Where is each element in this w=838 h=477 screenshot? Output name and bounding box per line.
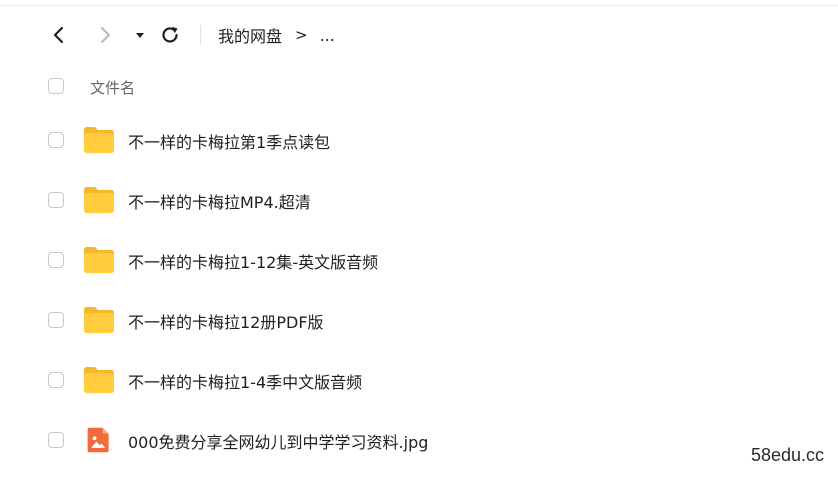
file-name: 不一样的卡梅拉MP4.超清 [128, 193, 311, 212]
select-all-checkbox[interactable] [48, 78, 64, 94]
refresh-button[interactable] [157, 22, 183, 48]
top-border [0, 0, 838, 6]
watermark: 58edu.cc [750, 445, 824, 465]
caret-down-icon [136, 33, 144, 38]
list-item[interactable]: 不一样的卡梅拉MP4.超清 [0, 170, 838, 230]
folder-icon [84, 307, 114, 333]
file-name: 不一样的卡梅拉12册PDF版 [128, 313, 324, 332]
list-item[interactable]: 不一样的卡梅拉第1季点读包 [0, 110, 838, 170]
list-item[interactable]: 000免费分享全网幼儿到中学学习资料.jpg [0, 410, 838, 470]
chevron-left-icon [53, 26, 64, 44]
column-header-filename[interactable]: 文件名 [90, 77, 135, 98]
chevron-right-icon [101, 27, 110, 43]
history-dropdown-button[interactable] [127, 22, 153, 48]
file-name: 不一样的卡梅拉1-12集-英文版音频 [128, 253, 379, 272]
folder-icon [84, 187, 114, 213]
image-file-icon [87, 427, 109, 453]
refresh-icon [162, 26, 178, 43]
file-name: 不一样的卡梅拉1-4季中文版音频 [128, 373, 363, 392]
breadcrumb: 我的网盘 > ... [218, 23, 335, 47]
back-button[interactable] [46, 22, 72, 48]
navigation-toolbar: 我的网盘 > ... [0, 14, 838, 56]
folder-icon [84, 127, 114, 153]
breadcrumb-ellipsis[interactable]: ... [320, 26, 335, 45]
row-checkbox[interactable] [48, 312, 64, 328]
file-name: 000免费分享全网幼儿到中学学习资料.jpg [128, 433, 429, 452]
folder-icon [84, 367, 114, 393]
list-header: 文件名 [0, 68, 838, 106]
forward-button[interactable] [92, 22, 118, 48]
file-list: 不一样的卡梅拉第1季点读包 不一样的卡梅拉MP4.超清 不一样的卡梅拉1-12集… [0, 110, 838, 470]
file-name: 不一样的卡梅拉第1季点读包 [128, 133, 331, 152]
folder-icon [84, 247, 114, 273]
breadcrumb-root[interactable]: 我的网盘 [218, 23, 282, 47]
list-item[interactable]: 不一样的卡梅拉12册PDF版 [0, 290, 838, 350]
row-checkbox[interactable] [48, 252, 64, 268]
row-checkbox[interactable] [48, 432, 64, 448]
breadcrumb-separator: > [295, 26, 308, 44]
list-item[interactable]: 不一样的卡梅拉1-12集-英文版音频 [0, 230, 838, 290]
toolbar-divider [200, 25, 201, 45]
list-item[interactable]: 不一样的卡梅拉1-4季中文版音频 [0, 350, 838, 410]
row-checkbox[interactable] [48, 132, 64, 148]
row-checkbox[interactable] [48, 192, 64, 208]
row-checkbox[interactable] [48, 372, 64, 388]
